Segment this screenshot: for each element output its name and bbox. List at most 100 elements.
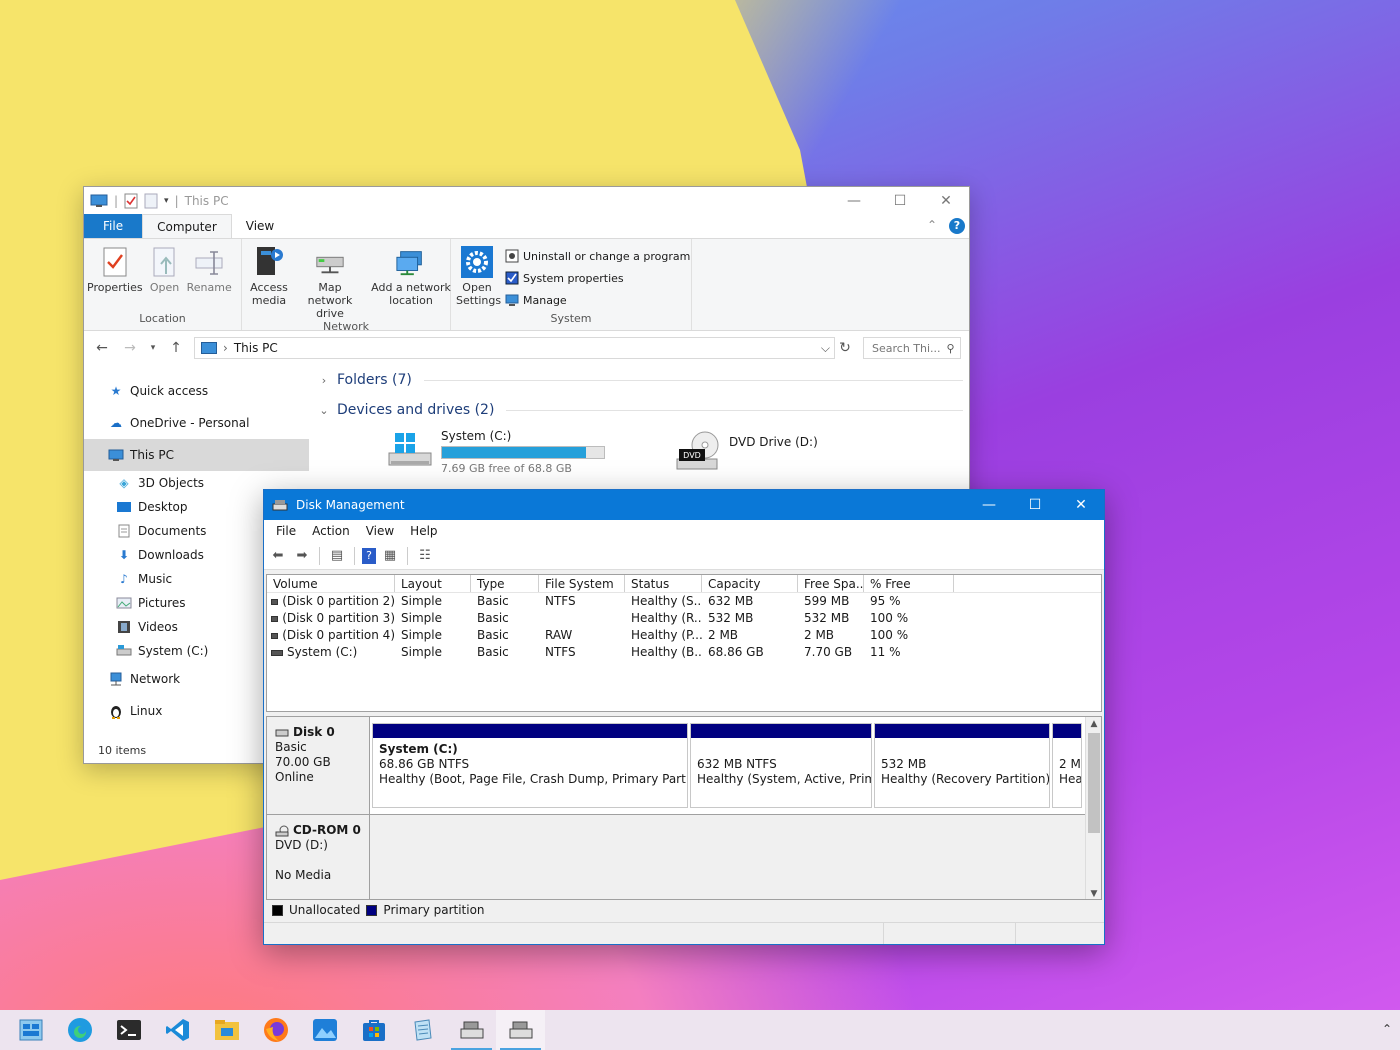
access-media-label: Access media	[250, 281, 288, 307]
tab-file[interactable]: File	[84, 214, 143, 238]
window-title: This PC	[184, 194, 229, 208]
cell-file-system	[539, 610, 625, 627]
minimize-button[interactable]: —	[831, 187, 877, 215]
taskbar-notepad[interactable]	[398, 1010, 447, 1050]
show-hidden-icons-chevron-icon[interactable]: ⌃	[1382, 1022, 1392, 1036]
qa-dropdown-icon[interactable]: ▾	[164, 196, 169, 206]
properties-button[interactable]: Properties	[84, 245, 146, 312]
partition-4[interactable]: 2 MB Healthy (Primary Partition)	[1052, 723, 1082, 808]
new-folder-qa-icon[interactable]	[144, 193, 158, 209]
tab-view[interactable]: View	[232, 214, 288, 238]
open-icon	[153, 247, 175, 277]
menu-action[interactable]: Action	[304, 524, 358, 538]
back-arrow-icon[interactable]: ←	[92, 340, 112, 356]
close-button[interactable]: ✕	[923, 187, 969, 215]
disk-0-label[interactable]: Disk 0 Basic 70.00 GB Online	[267, 717, 370, 814]
open-settings-button[interactable]: Open Settings	[453, 245, 501, 312]
taskbar-start[interactable]	[6, 1010, 55, 1050]
taskbar-photos[interactable]	[300, 1010, 349, 1050]
cell-type: Basic	[477, 628, 509, 642]
store-icon	[362, 1020, 385, 1041]
address-dropdown-icon[interactable]: ⌵	[821, 341, 834, 356]
system-properties-button[interactable]: System properties	[505, 269, 690, 287]
taskbar-disk-management-2[interactable]	[496, 1010, 545, 1050]
taskbar-disk-management[interactable]	[447, 1010, 496, 1050]
column-free-space[interactable]: Free Spa...	[798, 575, 864, 592]
partition-system-reserved[interactable]: 632 MB NTFS Healthy (System, Active, Pri…	[690, 723, 872, 808]
scroll-thumb[interactable]	[1088, 733, 1100, 833]
cdrom-0-label[interactable]: CD-ROM 0 DVD (D:) No Media	[267, 815, 370, 899]
drive-system-c[interactable]: System (C:) 7.69 GB free of 68.8 GB	[387, 429, 605, 475]
nav-quick-access[interactable]: ★ Quick access	[84, 375, 309, 407]
folders-header-label: Folders (7)	[337, 372, 412, 388]
up-arrow-icon[interactable]: ↑	[166, 340, 186, 356]
menu-help[interactable]: Help	[402, 524, 445, 538]
search-input[interactable]: Search Thi... ⚲	[863, 337, 961, 359]
scroll-down-icon[interactable]: ▼	[1086, 889, 1101, 899]
add-network-location-button[interactable]: Add a network location	[368, 245, 454, 320]
manage-button[interactable]: Manage	[505, 291, 690, 309]
back-icon[interactable]: ⬅	[268, 546, 288, 566]
breadcrumb-this-pc[interactable]: This PC	[234, 341, 278, 355]
address-bar[interactable]: › This PC ⌵	[194, 337, 835, 359]
graph-scrollbar[interactable]: ▲ ▼	[1085, 717, 1101, 899]
taskbar-firefox[interactable]	[251, 1010, 300, 1050]
divider	[423, 379, 963, 381]
uninstall-program-button[interactable]: Uninstall or change a program	[505, 247, 690, 265]
recent-locations-icon[interactable]: ▾	[148, 343, 158, 353]
column-status[interactable]: Status	[625, 575, 702, 592]
menu-file[interactable]: File	[268, 524, 304, 538]
taskbar-vscode[interactable]	[153, 1010, 202, 1050]
forward-arrow-icon[interactable]: →	[120, 340, 140, 356]
system-commands: Uninstall or change a program System pro…	[501, 245, 690, 312]
drive-dvd-d[interactable]: DVD DVD Drive (D:)	[675, 429, 818, 475]
network-drive-icon	[316, 256, 344, 274]
taskbar-file-explorer[interactable]	[202, 1010, 251, 1050]
nav-this-pc[interactable]: This PC	[84, 439, 309, 471]
table-row[interactable]: (Disk 0 partition 3) Simple Basic Health…	[267, 610, 1101, 627]
help-book-icon[interactable]: ?	[362, 547, 376, 564]
dm-maximize-button[interactable]: ☐	[1012, 490, 1058, 520]
map-network-drive-button[interactable]: Map network drive	[292, 245, 368, 320]
forward-icon[interactable]: ➡	[292, 546, 312, 566]
cell-status: Healthy (B...	[631, 645, 702, 659]
table-row[interactable]: System (C:) Simple Basic NTFS Healthy (B…	[267, 644, 1101, 661]
dm-close-button[interactable]: ✕	[1058, 490, 1104, 520]
scroll-up-icon[interactable]: ▲	[1086, 719, 1101, 729]
properties-grid-icon[interactable]: ▦	[380, 546, 400, 566]
taskbar-store[interactable]	[349, 1010, 398, 1050]
table-row[interactable]: (Disk 0 partition 4) Simple Basic RAW He…	[267, 627, 1101, 644]
partition-system-c[interactable]: System (C:) 68.86 GB NTFS Healthy (Boot,…	[372, 723, 688, 808]
help-icon[interactable]: ?	[949, 218, 965, 234]
table-row[interactable]: (Disk 0 partition 2) Simple Basic NTFS H…	[267, 593, 1101, 610]
cell-free-space: 7.70 GB	[804, 645, 853, 659]
chevron-down-icon: ⌄	[319, 403, 329, 417]
open-button[interactable]: Open	[146, 245, 184, 312]
partition-recovery[interactable]: 532 MB Healthy (Recovery Partition)	[874, 723, 1050, 808]
column-percent-free[interactable]: % Free	[864, 575, 954, 592]
column-type[interactable]: Type	[471, 575, 539, 592]
properties-qa-icon[interactable]	[124, 193, 138, 209]
tab-computer[interactable]: Computer	[142, 214, 232, 238]
computer-icon	[108, 448, 124, 462]
dm-minimize-button[interactable]: —	[966, 490, 1012, 520]
legend-primary: Primary partition	[383, 903, 485, 917]
column-capacity[interactable]: Capacity	[702, 575, 798, 592]
nav-onedrive[interactable]: ☁ OneDrive - Personal	[84, 407, 309, 439]
maximize-button[interactable]: ☐	[877, 187, 923, 215]
refresh-icon[interactable]: ↻	[835, 340, 855, 356]
settings-list-icon[interactable]: ☷	[415, 546, 435, 566]
devices-group-header[interactable]: ⌄ Devices and drives (2)	[317, 395, 969, 425]
column-volume[interactable]: Volume	[267, 575, 395, 592]
access-media-button[interactable]: Access media	[246, 245, 292, 320]
rename-button[interactable]: Rename	[184, 245, 235, 312]
column-layout[interactable]: Layout	[395, 575, 471, 592]
taskbar-terminal[interactable]	[104, 1010, 153, 1050]
column-file-system[interactable]: File System	[539, 575, 625, 592]
collapse-ribbon-icon[interactable]: ⌃	[927, 218, 937, 232]
folders-group-header[interactable]: › Folders (7)	[317, 365, 969, 395]
taskbar-edge[interactable]	[55, 1010, 104, 1050]
show-hide-console-tree-icon[interactable]: ▤	[327, 546, 347, 566]
network-location-icon	[396, 251, 422, 276]
menu-view[interactable]: View	[358, 524, 402, 538]
